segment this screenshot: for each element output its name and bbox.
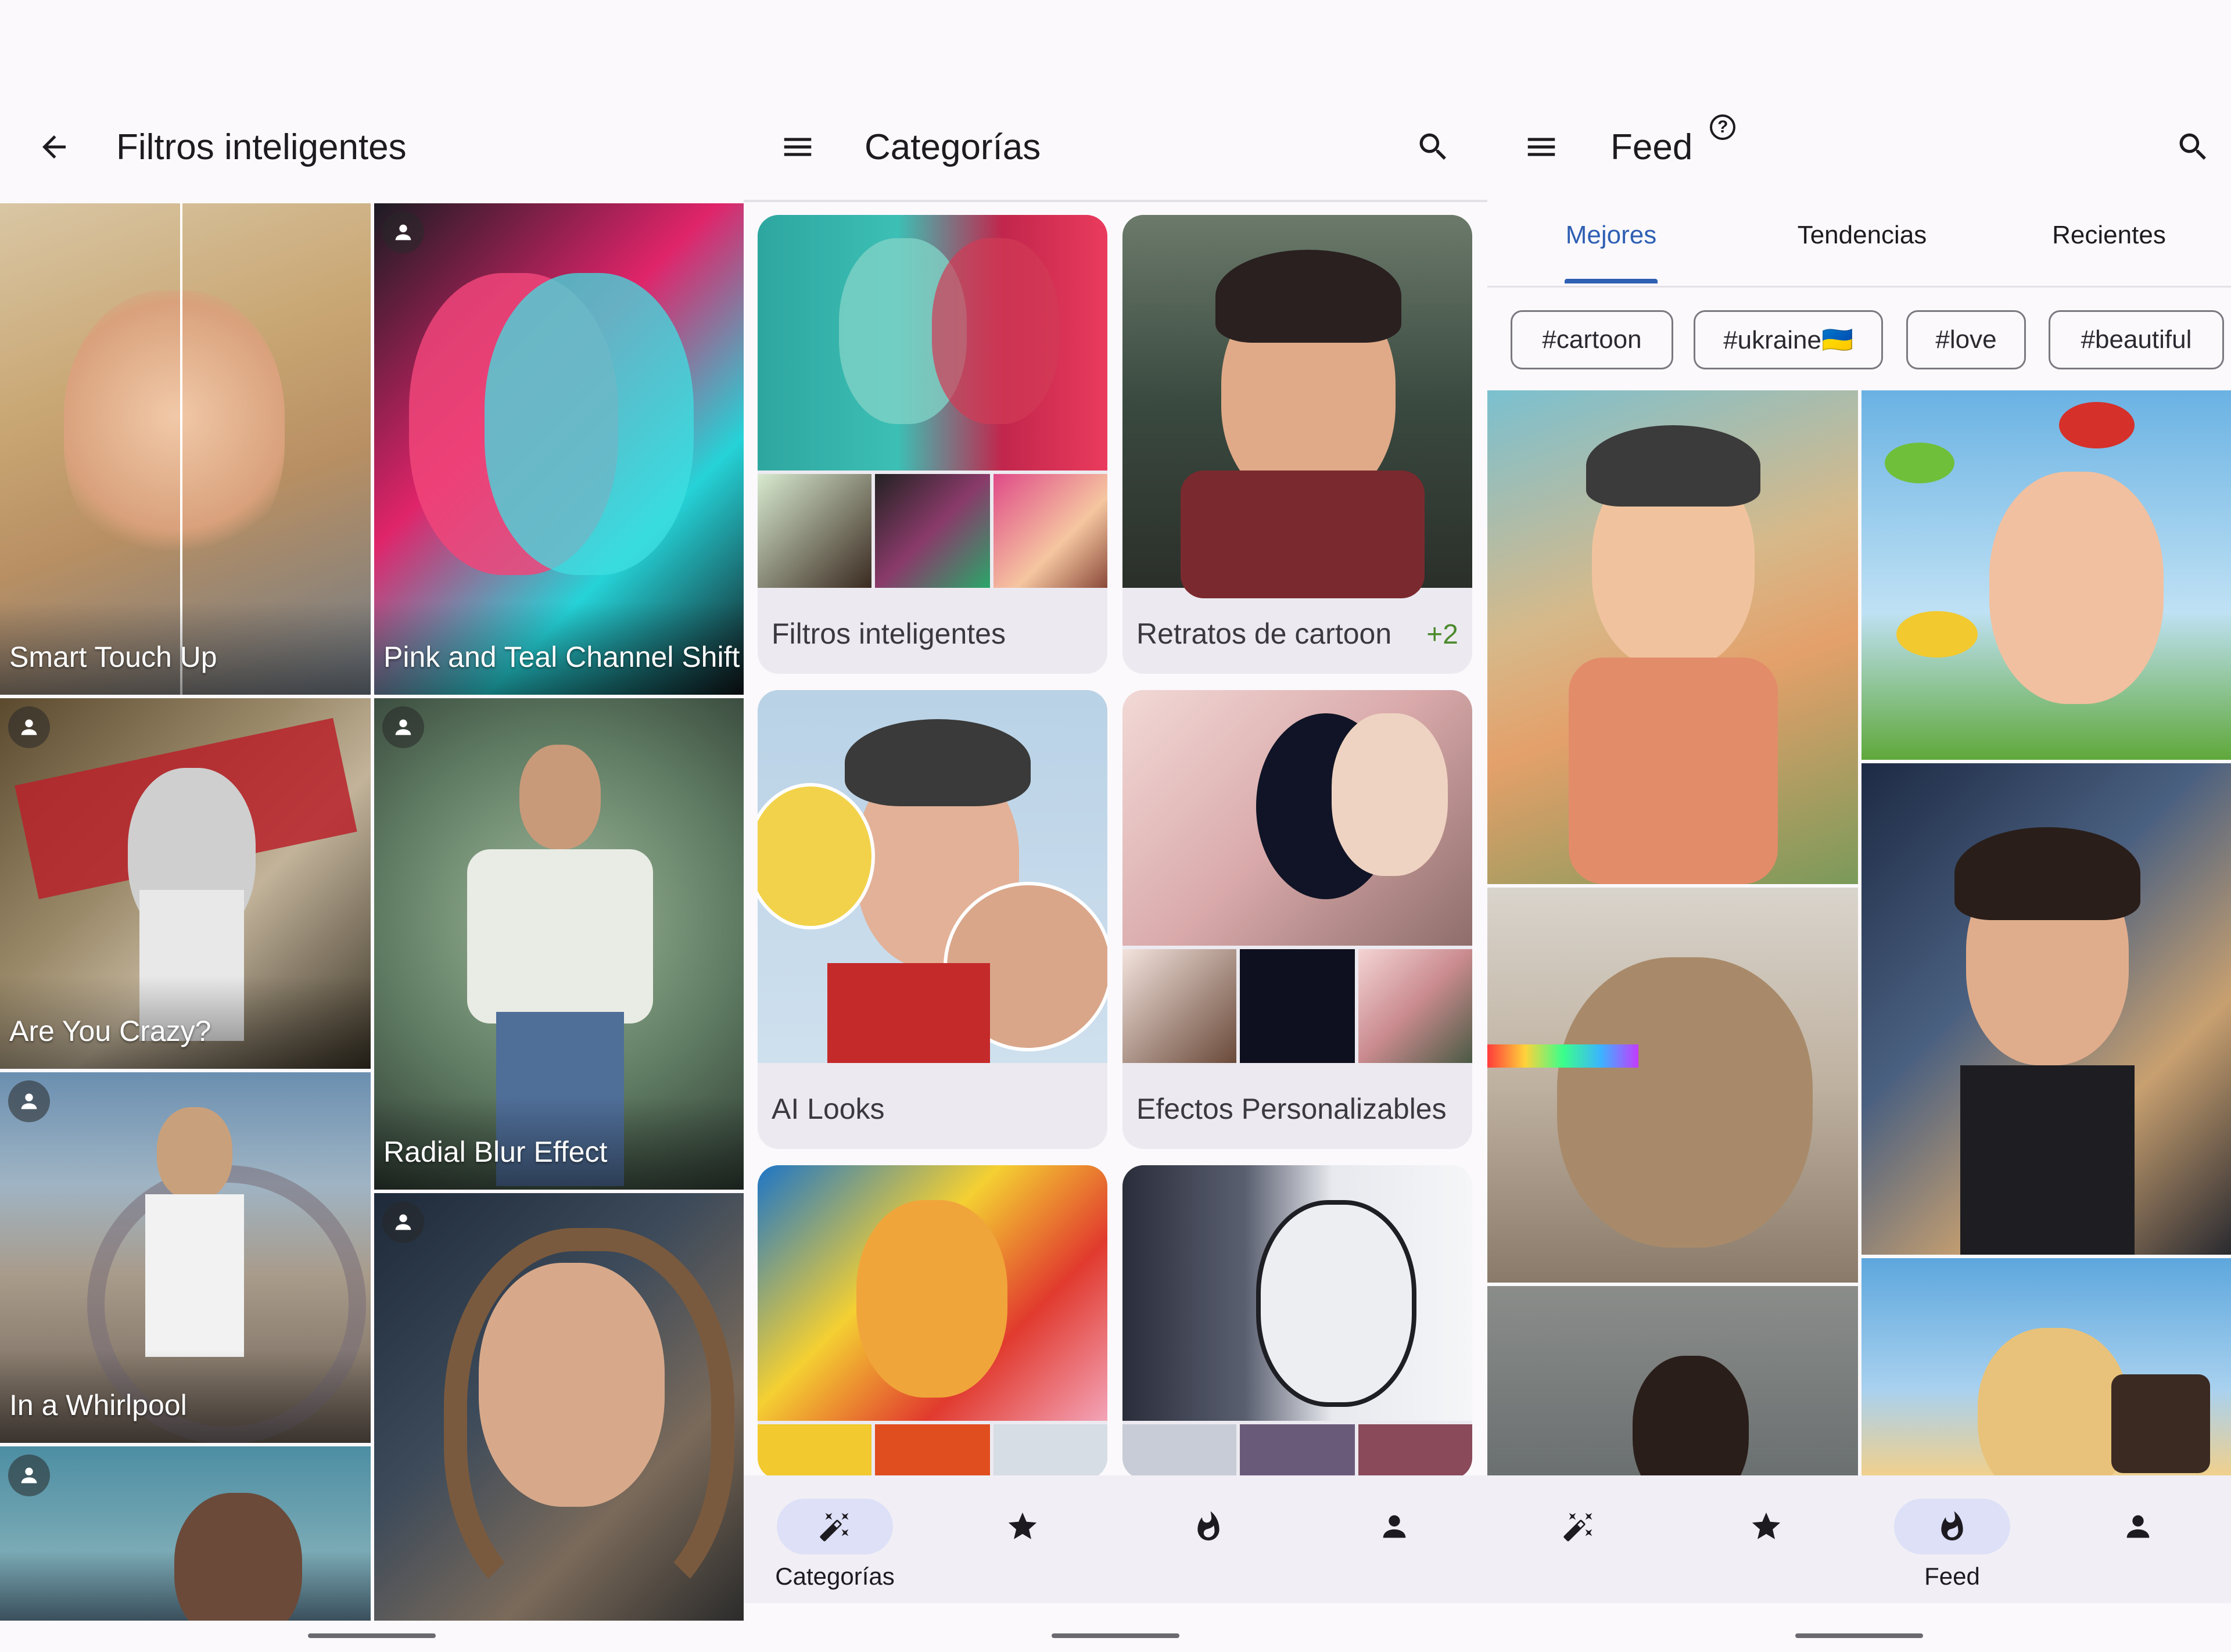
nav-item-profile[interactable] bbox=[1336, 1499, 1452, 1554]
category-card-smart-filters[interactable]: Filtros inteligentes bbox=[758, 215, 1107, 674]
nav-item-favorites[interactable] bbox=[1708, 1499, 1824, 1554]
hamburger-menu-icon bbox=[784, 138, 812, 156]
filter-tile-in-a-whirlpool[interactable]: In a Whirlpool bbox=[0, 1072, 371, 1443]
tile-label: Are You Crazy? bbox=[9, 1015, 211, 1047]
app-bar-divider bbox=[744, 200, 1487, 202]
magic-wand-icon bbox=[1563, 1513, 1592, 1542]
tag-chip[interactable]: #beautiful bbox=[2049, 310, 2224, 369]
tab-trending[interactable]: Tendencias bbox=[1787, 221, 1938, 250]
filter-tile-smart-touch-up[interactable]: Smart Touch Up bbox=[0, 203, 371, 695]
feed-post[interactable] bbox=[1487, 1286, 1858, 1478]
category-card-ai-looks[interactable]: AI Looks bbox=[758, 690, 1107, 1149]
feed-post[interactable] bbox=[1861, 1258, 2231, 1478]
tile-label: Radial Blur Effect bbox=[383, 1136, 608, 1168]
tile-label: Smart Touch Up bbox=[9, 641, 217, 673]
top-app-bar: Categorías bbox=[744, 93, 1487, 201]
active-tab-indicator bbox=[1565, 279, 1658, 283]
search-button[interactable] bbox=[1401, 115, 1465, 179]
person-icon bbox=[1383, 1515, 1406, 1538]
bottom-navigation: Categorías bbox=[744, 1475, 1487, 1603]
tag-chip[interactable]: #love bbox=[1906, 310, 2026, 369]
more-count-badge: +2 bbox=[1426, 619, 1458, 650]
user-icon bbox=[8, 706, 50, 748]
search-icon bbox=[1419, 133, 1446, 160]
nav-item-categories[interactable]: Categorías bbox=[775, 1499, 895, 1590]
page-title: Categorías bbox=[865, 127, 1041, 167]
category-card-cartoon-portraits[interactable]: Retratos de cartoon +2 bbox=[1122, 215, 1472, 674]
search-button[interactable] bbox=[2161, 115, 2225, 179]
nav-item-favorites[interactable] bbox=[964, 1499, 1081, 1554]
home-indicator[interactable] bbox=[308, 1633, 436, 1638]
menu-button[interactable] bbox=[1509, 115, 1573, 179]
nav-item-categories[interactable] bbox=[1520, 1499, 1637, 1554]
user-icon bbox=[382, 1201, 424, 1243]
flame-icon bbox=[1941, 1511, 1963, 1541]
smart-filters-screen: Filtros inteligentes Smart Touch Up Are … bbox=[0, 0, 744, 1652]
home-indicator[interactable] bbox=[1795, 1633, 1923, 1638]
feed-screen: Feed ? Mejores Tendencias Recientes #car… bbox=[1487, 0, 2231, 1652]
tile-label: Pink and Teal Channel Shift bbox=[383, 641, 740, 673]
nav-item-profile[interactable] bbox=[2080, 1499, 2196, 1554]
user-icon bbox=[382, 211, 424, 253]
filter-tile-radial-blur-effect[interactable]: Radial Blur Effect bbox=[374, 698, 744, 1190]
tabs-divider bbox=[1487, 286, 2231, 288]
tag-chip[interactable]: #ukraine🇺🇦 bbox=[1694, 310, 1883, 369]
back-arrow-icon bbox=[42, 135, 66, 159]
filter-tile[interactable] bbox=[0, 1446, 371, 1621]
nav-item-feed[interactable]: Feed bbox=[1894, 1499, 2010, 1590]
feed-post[interactable] bbox=[1861, 763, 2231, 1255]
top-app-bar: Filtros inteligentes bbox=[0, 93, 744, 201]
filter-tile[interactable] bbox=[374, 1193, 744, 1621]
page-title: Feed bbox=[1611, 127, 1693, 167]
category-label: Filtros inteligentes bbox=[772, 617, 1006, 650]
tab-best[interactable]: Mejores bbox=[1565, 221, 1658, 250]
nav-label: Categorías bbox=[775, 1563, 895, 1590]
user-icon bbox=[382, 706, 424, 748]
person-icon bbox=[2126, 1515, 2150, 1538]
category-card-pop-art[interactable] bbox=[758, 1165, 1107, 1479]
page-title: Filtros inteligentes bbox=[116, 127, 407, 167]
category-label: Efectos Personalizables bbox=[1136, 1093, 1447, 1125]
home-indicator[interactable] bbox=[1052, 1633, 1179, 1638]
tab-recent[interactable]: Recientes bbox=[2036, 221, 2182, 250]
search-icon bbox=[2179, 133, 2206, 160]
user-icon bbox=[8, 1080, 50, 1122]
star-icon bbox=[1752, 1512, 1781, 1539]
help-icon[interactable]: ? bbox=[1710, 114, 1736, 140]
category-label: Retratos de cartoon bbox=[1136, 617, 1392, 650]
category-card-custom-effects[interactable]: Efectos Personalizables bbox=[1122, 690, 1472, 1149]
back-button[interactable] bbox=[22, 115, 86, 179]
filter-tile-are-you-crazy[interactable]: Are You Crazy? bbox=[0, 698, 371, 1069]
flame-icon bbox=[1197, 1511, 1219, 1541]
tag-chip[interactable]: #cartoon bbox=[1511, 310, 1673, 369]
magic-wand-icon bbox=[820, 1513, 849, 1542]
user-icon bbox=[8, 1455, 50, 1496]
category-label: AI Looks bbox=[772, 1093, 885, 1125]
nav-item-feed[interactable] bbox=[1150, 1499, 1267, 1554]
nav-label: Feed bbox=[1924, 1563, 1980, 1590]
feed-post[interactable] bbox=[1487, 390, 1858, 884]
star-icon bbox=[1008, 1512, 1037, 1539]
categories-screen: Categorías Filtros inteligentes Retratos… bbox=[744, 0, 1487, 1652]
filter-tile-pink-teal-channel-shift[interactable]: Pink and Teal Channel Shift bbox=[374, 203, 744, 695]
bottom-navigation: Feed bbox=[1487, 1475, 2231, 1603]
category-card-double-exposure[interactable] bbox=[1122, 1165, 1472, 1479]
hamburger-menu-icon bbox=[1527, 138, 1555, 156]
menu-button[interactable] bbox=[766, 115, 830, 179]
tile-label: In a Whirlpool bbox=[9, 1389, 187, 1421]
top-app-bar: Feed ? bbox=[1487, 93, 2231, 201]
feed-post[interactable] bbox=[1487, 888, 1858, 1283]
feed-post[interactable] bbox=[1861, 390, 2231, 760]
